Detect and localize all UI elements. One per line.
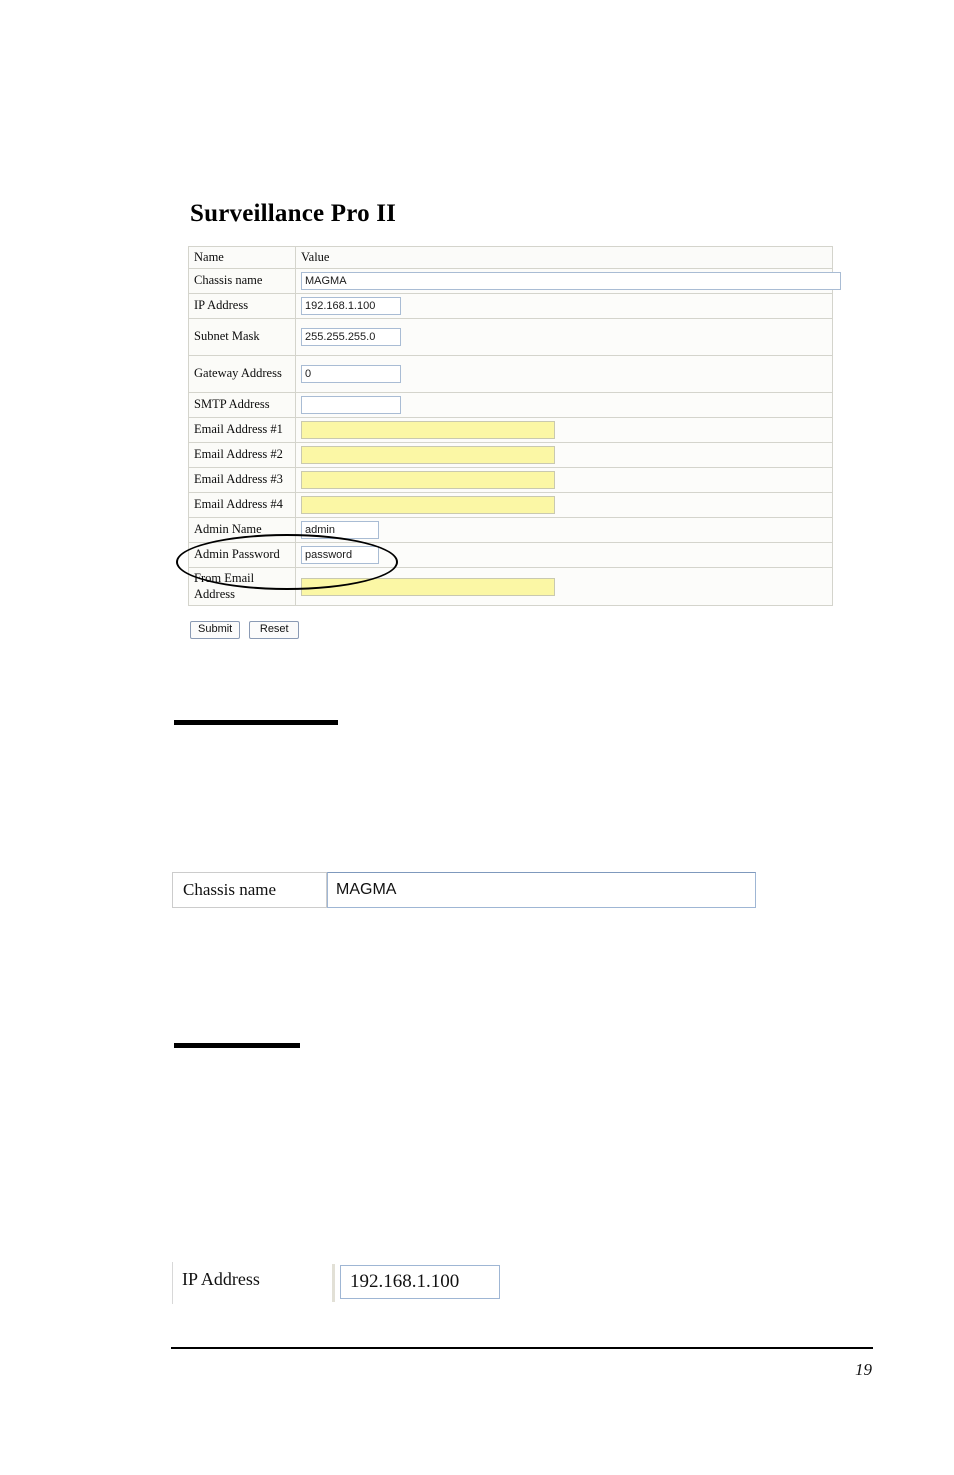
row-label-email-address-1: Email Address #1 [188, 417, 296, 444]
row-value-email-address-1 [295, 417, 833, 444]
redacted-heading-bar-2 [174, 1043, 300, 1048]
surveillance-config-screenshot: Surveillance Pro II Name Value Chassis n… [188, 200, 841, 640]
table-row: Admin Name admin [188, 517, 833, 544]
ip-address-detail-figure: IP Address 192.168.1.100 [172, 1262, 512, 1304]
subnet-mask-input[interactable]: 255.255.255.0 [301, 328, 401, 347]
row-label-email-address-4: Email Address #4 [188, 492, 296, 519]
row-value-admin-name: admin [295, 517, 833, 544]
row-label-ip-address: IP Address [188, 293, 296, 320]
row-value-from-email-address [295, 567, 833, 607]
table-row: Email Address #2 [188, 442, 833, 469]
footer-divider [171, 1347, 873, 1349]
email-address-3-input[interactable] [301, 471, 555, 490]
form-button-bar: Submit Reset [190, 619, 834, 640]
submit-button[interactable]: Submit [190, 621, 241, 640]
row-value-chassis-name: MAGMA [295, 268, 841, 295]
ip-detail-left-rule [172, 1262, 173, 1304]
row-label-email-address-2: Email Address #2 [188, 442, 296, 469]
row-value-email-address-2 [295, 442, 833, 469]
email-address-4-input[interactable] [301, 496, 555, 515]
table-row: IP Address 192.168.1.100 [188, 293, 833, 320]
chassis-name-detail-figure: Chassis name MAGMA [172, 872, 756, 908]
row-value-gateway-address: 0 [295, 355, 833, 394]
row-label-admin-name: Admin Name [188, 517, 296, 544]
row-label-from-email-address: From Email Address [188, 567, 296, 607]
row-value-email-address-3 [295, 467, 833, 494]
ip-address-detail-label: IP Address [182, 1269, 260, 1289]
smtp-address-input[interactable] [301, 396, 401, 415]
email-address-1-input[interactable] [301, 421, 555, 440]
ip-address-input[interactable]: 192.168.1.100 [301, 297, 401, 316]
table-row: Email Address #4 [188, 492, 833, 519]
page-number: 19 [855, 1360, 872, 1379]
admin-name-input[interactable]: admin [301, 521, 379, 540]
table-row: Chassis name MAGMA [188, 268, 841, 295]
row-value-smtp-address [295, 392, 833, 419]
admin-password-input[interactable]: password [301, 546, 379, 565]
row-label-admin-password: Admin Password [188, 542, 296, 569]
row-value-subnet-mask: 255.255.255.0 [295, 318, 833, 357]
row-label-subnet-mask: Subnet Mask [188, 318, 296, 357]
table-row: Gateway Address 0 [188, 355, 833, 394]
row-label-chassis-name: Chassis name [188, 268, 296, 295]
column-header-value: Value [295, 245, 833, 270]
configuration-table: Name Value Chassis name MAGMA IP Address… [188, 245, 841, 607]
table-row: Subnet Mask 255.255.255.0 [188, 318, 833, 357]
table-row: Email Address #1 [188, 417, 833, 444]
row-value-admin-password: password [295, 542, 833, 569]
page-title: Surveillance Pro II [190, 200, 397, 227]
table-row: SMTP Address [188, 392, 833, 419]
row-value-email-address-4 [295, 492, 833, 519]
ip-address-detail-input[interactable]: 192.168.1.100 [340, 1265, 500, 1299]
column-header-name: Name [188, 245, 296, 270]
configuration-table-body: Name Value Chassis name MAGMA IP Address… [188, 245, 841, 607]
reset-button[interactable]: Reset [249, 621, 300, 640]
row-label-email-address-3: Email Address #3 [188, 467, 296, 494]
table-header-row: Name Value [188, 245, 833, 270]
chassis-name-input[interactable]: MAGMA [301, 272, 841, 291]
table-row: Admin Password password [188, 542, 833, 569]
gateway-address-input[interactable]: 0 [301, 365, 401, 384]
email-address-2-input[interactable] [301, 446, 555, 465]
chassis-name-detail-input[interactable]: MAGMA [327, 872, 756, 908]
table-row: From Email Address [188, 567, 833, 607]
row-label-smtp-address: SMTP Address [188, 392, 296, 419]
chassis-name-detail-label: Chassis name [172, 872, 327, 908]
table-row: Email Address #3 [188, 467, 833, 494]
row-label-gateway-address: Gateway Address [188, 355, 296, 394]
redacted-heading-bar-1 [174, 720, 338, 725]
from-email-address-input[interactable] [301, 577, 555, 596]
ip-detail-column-divider [332, 1264, 335, 1302]
row-value-ip-address: 192.168.1.100 [295, 293, 833, 320]
